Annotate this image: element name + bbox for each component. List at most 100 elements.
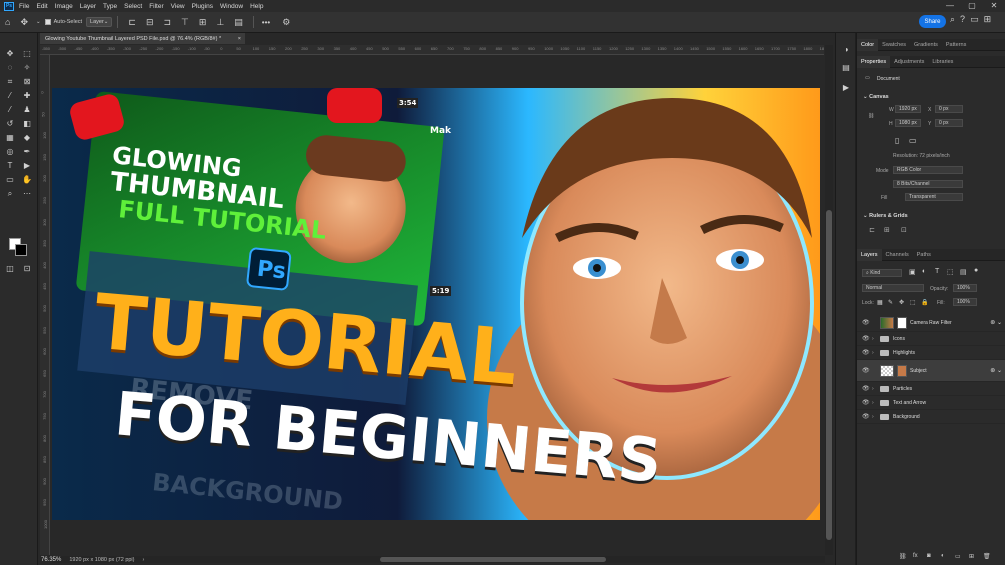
fx-icon[interactable]: fx bbox=[913, 553, 918, 559]
chevron-right-icon[interactable]: › bbox=[872, 386, 880, 392]
canvas[interactable]: GLOWING THUMBNAIL FULL TUTORIAL Ps 5:19 … bbox=[52, 88, 820, 520]
height-field[interactable]: 1080 px bbox=[895, 119, 921, 127]
smart-filter-icon[interactable]: ⊛ ⌄ bbox=[990, 367, 1002, 374]
link-icon[interactable]: ⛓ bbox=[868, 113, 874, 119]
share-button[interactable]: Share bbox=[919, 15, 946, 28]
align-left-icon[interactable]: ⊏ bbox=[128, 17, 136, 27]
tab-gradients[interactable]: Gradients bbox=[910, 39, 942, 51]
vertical-ruler[interactable]: 0 50 100 150 200 250 300 350 400 450 500 550 600 650 7… bbox=[40, 55, 50, 555]
gradient-tool-icon[interactable]: ▦ bbox=[3, 131, 17, 144]
frame-tool-icon[interactable]: ⊠ bbox=[20, 75, 34, 88]
align-center-icon[interactable]: ⊟ bbox=[146, 17, 154, 27]
opacity-field[interactable]: 100% bbox=[953, 284, 977, 292]
y-field[interactable]: 0 px bbox=[935, 119, 963, 127]
filter-toggle-icon[interactable]: ● bbox=[974, 267, 978, 274]
smart-filter-icon[interactable]: ⊛ ⌄ bbox=[990, 319, 1002, 326]
filter-smart-icon[interactable]: ▤ bbox=[960, 268, 967, 276]
menu-filter[interactable]: Filter bbox=[149, 3, 163, 10]
play-action-icon[interactable]: ▶ bbox=[839, 81, 853, 94]
grid-icon[interactable]: ⊞ bbox=[884, 226, 890, 234]
menu-select[interactable]: Select bbox=[124, 3, 142, 10]
history-brush-icon[interactable]: ↺ bbox=[3, 117, 17, 130]
workspace-icon[interactable]: ▭ bbox=[970, 14, 979, 25]
rectangle-tool-icon[interactable]: ▭ bbox=[3, 173, 17, 186]
filter-type-icon[interactable]: T bbox=[935, 268, 939, 275]
align-top-icon[interactable]: ⊤ bbox=[181, 17, 189, 27]
crop-tool-icon[interactable]: ⌗ bbox=[3, 75, 17, 88]
horizontal-scroll-thumb[interactable] bbox=[380, 557, 606, 562]
horizontal-ruler[interactable]: -550 -500 -450 -400 -350 -300 -250 -200 -150 -100… bbox=[40, 45, 824, 55]
lock-pixels-icon[interactable]: ▦ bbox=[877, 299, 883, 306]
close-window-button[interactable]: ✕ bbox=[983, 0, 1005, 12]
visibility-eye-icon[interactable]: 👁 bbox=[862, 385, 870, 392]
fill-dropdown[interactable]: Transparent bbox=[905, 193, 963, 201]
menu-help[interactable]: Help bbox=[250, 3, 263, 10]
menu-type[interactable]: Type bbox=[103, 3, 117, 10]
quick-mask-icon[interactable]: ◫ bbox=[3, 262, 17, 275]
close-tab-icon[interactable]: × bbox=[238, 36, 241, 42]
mode-dropdown[interactable]: RGB Color bbox=[893, 166, 963, 174]
properties-panel-icon[interactable]: ▤ bbox=[839, 61, 853, 74]
visibility-eye-icon[interactable]: 👁 bbox=[862, 367, 870, 374]
eraser-tool-icon[interactable]: ◧ bbox=[20, 117, 34, 130]
path-select-icon[interactable]: ▶ bbox=[20, 159, 34, 172]
visibility-eye-icon[interactable]: 👁 bbox=[862, 399, 870, 406]
background-color-swatch[interactable] bbox=[15, 244, 27, 256]
layer-row[interactable]: 👁 › Icons bbox=[857, 332, 1005, 346]
auto-select-checkbox[interactable] bbox=[44, 19, 51, 25]
fill-field[interactable]: 100% bbox=[953, 298, 977, 306]
align-middle-icon[interactable]: ⊞ bbox=[199, 17, 207, 27]
photoshop-logo-icon[interactable]: Ps bbox=[4, 1, 14, 11]
move-tool-icon[interactable]: ✥ bbox=[20, 17, 28, 27]
minimize-button[interactable]: — bbox=[939, 0, 961, 12]
status-menu-arrow[interactable]: › bbox=[143, 557, 145, 563]
align-bottom-icon[interactable]: ⊥ bbox=[216, 17, 224, 27]
menu-view[interactable]: View bbox=[171, 3, 185, 10]
brush-tool-icon[interactable]: ⁄ bbox=[3, 103, 17, 116]
zoom-level[interactable]: 76.35% bbox=[41, 557, 61, 563]
menu-plugins[interactable]: Plugins bbox=[192, 3, 213, 10]
layer-row[interactable]: 👁 Camera Raw Filter ⊛ ⌄ bbox=[857, 314, 1005, 332]
pen-tool-icon[interactable]: ✒ bbox=[20, 145, 34, 158]
stamp-tool-icon[interactable]: ♟ bbox=[20, 103, 34, 116]
visibility-eye-icon[interactable]: 👁 bbox=[862, 319, 870, 326]
layer-row[interactable]: 👁 › Particles bbox=[857, 382, 1005, 396]
search-icon[interactable]: ⌕ bbox=[950, 14, 955, 25]
menu-image[interactable]: Image bbox=[55, 3, 73, 10]
new-group-icon[interactable]: ▭ bbox=[955, 553, 961, 560]
filter-pixel-icon[interactable]: ▣ bbox=[909, 268, 916, 276]
lock-position-icon[interactable]: ✥ bbox=[899, 299, 904, 306]
blur-tool-icon[interactable]: ◆ bbox=[20, 131, 34, 144]
document-tab[interactable]: Glowing Youtube Thumbnail Layered PSD Fi… bbox=[40, 33, 245, 44]
dodge-tool-icon[interactable]: ◎ bbox=[3, 145, 17, 158]
align-right-icon[interactable]: ⊐ bbox=[164, 17, 172, 27]
x-field[interactable]: 0 px bbox=[935, 105, 963, 113]
auto-select-target-dropdown[interactable]: Layer ⌄ bbox=[86, 17, 113, 27]
lock-paint-icon[interactable]: ✎ bbox=[888, 299, 893, 306]
tab-channels[interactable]: Channels bbox=[882, 249, 913, 261]
eyedropper-icon[interactable]: ⁄ bbox=[3, 89, 17, 102]
home-icon[interactable]: ⌂ bbox=[5, 17, 10, 27]
color-panel-icon[interactable]: ◑ bbox=[839, 43, 853, 56]
tab-libraries[interactable]: Libraries bbox=[928, 56, 957, 68]
new-layer-icon[interactable]: ⊞ bbox=[969, 553, 974, 560]
ruler-icon[interactable]: ⊏ bbox=[869, 226, 875, 234]
zoom-tool-icon[interactable]: ⌕ bbox=[3, 187, 17, 200]
visibility-eye-icon[interactable]: 👁 bbox=[862, 335, 870, 342]
landscape-orientation-icon[interactable]: ▭ bbox=[909, 136, 917, 145]
chevron-right-icon[interactable]: › bbox=[872, 350, 880, 356]
artboard-tool-icon[interactable]: ⬚ bbox=[20, 47, 34, 60]
tab-color[interactable]: Color bbox=[857, 38, 879, 51]
tab-adjustments[interactable]: Adjustments bbox=[890, 56, 928, 68]
filter-shape-icon[interactable]: ⬚ bbox=[947, 268, 954, 276]
layer-filter-kind-dropdown[interactable]: ⌕ Kind bbox=[862, 269, 902, 277]
width-field[interactable]: 1920 px bbox=[895, 105, 921, 113]
layer-row[interactable]: 👁 › Highlights bbox=[857, 346, 1005, 360]
maximize-button[interactable]: ▢ bbox=[961, 0, 983, 12]
gear-icon[interactable]: ⚙ bbox=[282, 17, 290, 27]
tab-patterns[interactable]: Patterns bbox=[942, 39, 970, 51]
visibility-eye-icon[interactable]: 👁 bbox=[862, 349, 870, 356]
more-options-button[interactable]: ••• bbox=[262, 18, 270, 27]
vertical-scroll-thumb[interactable] bbox=[826, 210, 832, 540]
rulers-grids-header[interactable]: ⌄ Rulers & Grids bbox=[863, 213, 908, 219]
